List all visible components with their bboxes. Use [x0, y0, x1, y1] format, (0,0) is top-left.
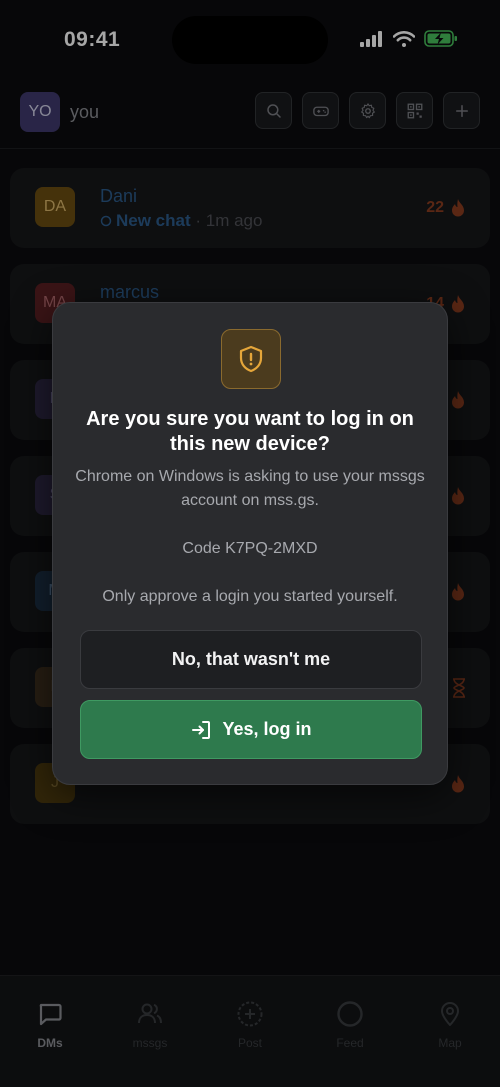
- approve-login-label: Yes, log in: [222, 719, 312, 739]
- shield-badge: [221, 329, 281, 389]
- dialog-title: Are you sure you want to log in on this …: [86, 408, 414, 455]
- dialog-description: Chrome on Windows is asking to use your …: [75, 468, 425, 509]
- deny-login-label: No, that wasn't me: [171, 649, 331, 669]
- log-in-icon: [192, 720, 211, 739]
- dialog-warning: Only approve a login you started yoursel…: [102, 588, 398, 605]
- deny-login-button[interactable]: No, that wasn't me: [80, 630, 422, 689]
- login-confirm-dialog: Are you sure you want to log in on this …: [52, 302, 448, 785]
- login-code: Code K7PQ-2MXD: [182, 540, 318, 557]
- approve-login-button[interactable]: Yes, log in: [80, 700, 422, 759]
- shield-alert-icon: [239, 345, 263, 373]
